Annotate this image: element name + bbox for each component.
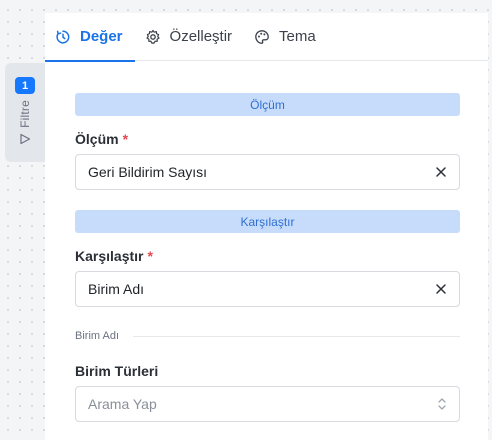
chevron-up-down-icon <box>438 398 446 410</box>
close-icon[interactable] <box>435 166 447 178</box>
refresh-clock-icon <box>55 29 71 45</box>
measure-select-value: Geri Bildirim Sayısı <box>88 164 208 180</box>
measure-label-text: Ölçüm <box>75 131 119 147</box>
compare-select[interactable]: Birim Adı <box>75 271 460 307</box>
unit-types-label-text: Birim Türleri <box>75 363 159 379</box>
measure-section-header: Ölçüm <box>75 93 460 116</box>
tab-bar: Değer Özelleştir Tema <box>45 13 488 62</box>
unit-types-select[interactable]: Arama Yap <box>75 386 460 422</box>
palette-icon <box>254 29 270 45</box>
tab-deger[interactable]: Değer <box>45 13 135 62</box>
compare-label-text: Karşılaştır <box>75 248 144 264</box>
funnel-icon <box>20 133 31 144</box>
group-divider-label: Birim Adı <box>75 330 120 342</box>
measure-select[interactable]: Geri Bildirim Sayısı <box>75 154 460 190</box>
close-icon[interactable] <box>435 283 447 295</box>
required-mark: * <box>147 248 153 264</box>
filter-side-tab[interactable]: 1 Filtre <box>5 63 45 162</box>
gear-icon <box>145 29 161 45</box>
tab-ozellestir-label: Özelleştir <box>169 28 233 45</box>
filter-tab-label: Filtre <box>18 100 32 128</box>
tab-tema-label: Tema <box>279 28 316 45</box>
unit-types-field-label: Birim Türleri <box>75 362 460 380</box>
filter-count-badge: 1 <box>15 77 35 94</box>
compare-select-value: Birim Adı <box>88 281 145 297</box>
compare-field-label: Karşılaştır * <box>75 247 460 265</box>
divider-line <box>133 335 460 337</box>
value-settings-content: Ölçüm Ölçüm * Geri Bildirim Sayısı Karşı… <box>75 93 460 422</box>
tab-ozellestir[interactable]: Özelleştir <box>145 13 245 61</box>
unit-types-placeholder: Arama Yap <box>88 396 157 412</box>
tab-deger-label: Değer <box>80 28 123 45</box>
settings-panel: Değer Özelleştir Tema Ölçüm Ölçüm * Geri… <box>45 13 488 440</box>
compare-section-header: Karşılaştır <box>75 210 460 233</box>
measure-field-label: Ölçüm * <box>75 130 460 148</box>
group-divider: Birim Adı <box>75 328 460 344</box>
required-mark: * <box>122 131 129 147</box>
tab-tema[interactable]: Tema <box>254 13 328 61</box>
